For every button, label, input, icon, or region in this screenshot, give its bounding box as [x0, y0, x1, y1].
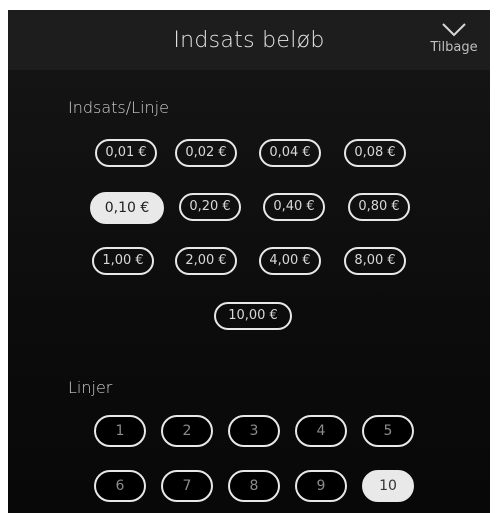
header-bar: Indsats beløb Tilbage [8, 10, 490, 70]
bet-option-10-00[interactable]: 10,00 € [214, 302, 292, 330]
bet-option-0-40[interactable]: 0,40 € [263, 193, 325, 221]
line-option-6[interactable]: 6 [94, 470, 146, 502]
bet-option-0-01[interactable]: 0,01 € [95, 139, 157, 167]
bet-option-0-80[interactable]: 0,80 € [348, 193, 410, 221]
chevron-down-icon [426, 22, 482, 38]
bet-option-1-00[interactable]: 1,00 € [92, 247, 154, 275]
line-option-10-selected[interactable]: 10 [362, 470, 414, 502]
line-option-7[interactable]: 7 [161, 470, 213, 502]
line-option-1[interactable]: 1 [94, 415, 146, 447]
bet-amount-panel: Indsats beløb Tilbage Indsats/Linje 0,01… [8, 10, 490, 513]
lines-label: Linjer [68, 378, 113, 397]
line-option-9[interactable]: 9 [295, 470, 347, 502]
bet-option-8-00[interactable]: 8,00 € [344, 247, 406, 275]
bet-option-2-00[interactable]: 2,00 € [175, 247, 237, 275]
line-option-8[interactable]: 8 [228, 470, 280, 502]
back-label: Tilbage [430, 40, 478, 55]
bet-option-0-04[interactable]: 0,04 € [259, 139, 321, 167]
back-button[interactable]: Tilbage [426, 16, 482, 66]
line-option-5[interactable]: 5 [362, 415, 414, 447]
bet-option-0-10-selected[interactable]: 0,10 € [90, 192, 164, 224]
line-option-2[interactable]: 2 [161, 415, 213, 447]
bet-option-4-00[interactable]: 4,00 € [259, 247, 321, 275]
bet-per-line-label: Indsats/Linje [68, 98, 169, 117]
bet-option-0-08[interactable]: 0,08 € [344, 139, 406, 167]
line-option-4[interactable]: 4 [295, 415, 347, 447]
line-option-3[interactable]: 3 [228, 415, 280, 447]
bet-option-0-02[interactable]: 0,02 € [175, 139, 237, 167]
page-title: Indsats beløb [173, 28, 325, 53]
bet-option-0-20[interactable]: 0,20 € [179, 193, 241, 221]
